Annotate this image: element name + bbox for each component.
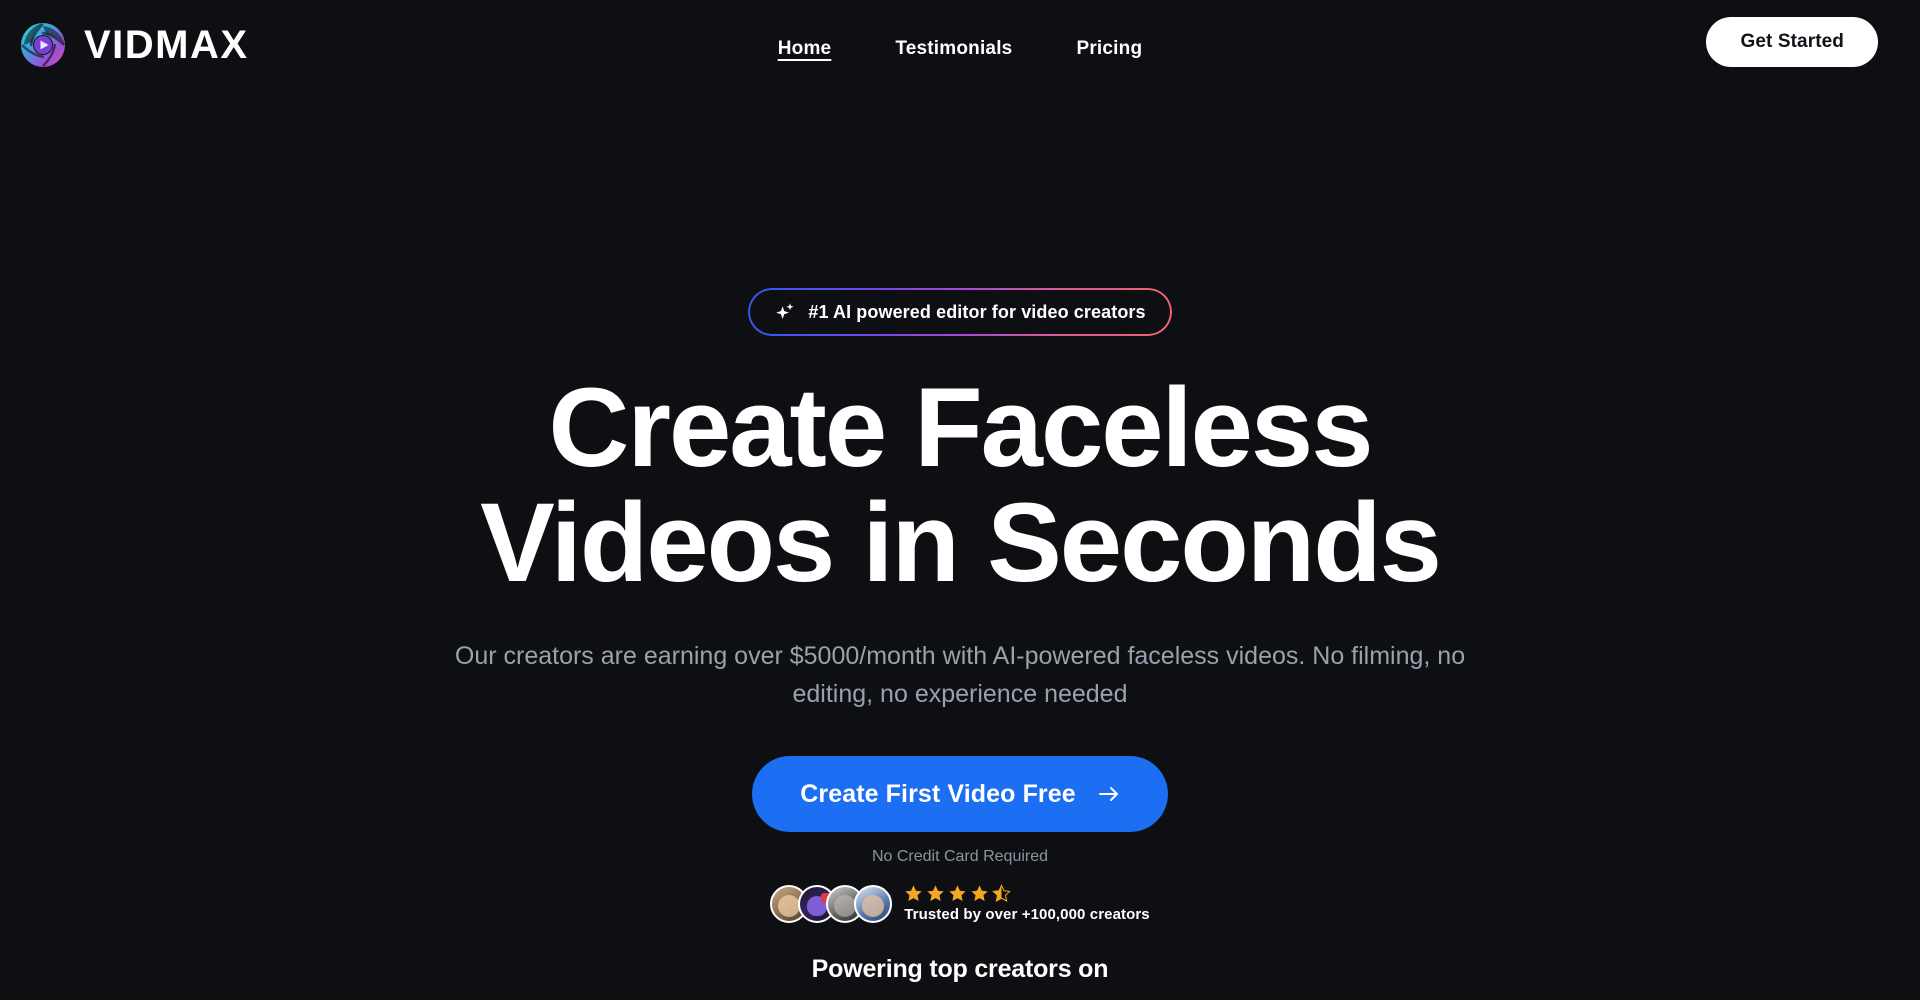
star-half-icon — [992, 884, 1012, 903]
star-icon — [970, 884, 989, 903]
headline-line-1: Create Faceless — [548, 365, 1373, 490]
cta-label: Create First Video Free — [800, 779, 1076, 808]
main-nav: Home Testimonials Pricing — [0, 0, 1920, 100]
landing-page: VIDMAX Home Testimonials Pricing Get Sta… — [0, 0, 1920, 1000]
cta-wrapper: Create First Video Free — [0, 756, 1920, 833]
star-icon — [948, 884, 967, 903]
headline-line-2: Videos in Seconds — [480, 480, 1442, 606]
sparkle-icon — [774, 301, 796, 323]
no-credit-card-note: No Credit Card Required — [871, 848, 1049, 866]
hero-subtitle: Our creators are earning over $5000/mont… — [454, 641, 1466, 709]
hero-badge-text: #1 AI powered editor for video creators — [808, 301, 1146, 322]
social-proof: Trusted by over +100,000 creators — [0, 884, 1920, 923]
page-title: Create Faceless Videos in Seconds — [0, 370, 1920, 601]
star-rating — [904, 884, 1012, 903]
nav-item-testimonials[interactable]: Testimonials — [895, 38, 1012, 62]
rating-block: Trusted by over +100,000 creators — [904, 884, 1150, 923]
hero-badge[interactable]: #1 AI powered editor for video creators — [748, 288, 1172, 336]
avatar-group — [770, 884, 893, 923]
logos-heading: Powering top creators on — [811, 955, 1109, 984]
get-started-button[interactable]: Get Started — [1706, 17, 1878, 67]
avatar — [854, 884, 893, 923]
star-icon — [904, 884, 923, 903]
arrow-right-icon — [1098, 783, 1120, 805]
nav-item-pricing[interactable]: Pricing — [1076, 38, 1142, 62]
create-first-video-button[interactable]: Create First Video Free — [752, 756, 1168, 833]
site-header: VIDMAX Home Testimonials Pricing Get Sta… — [0, 0, 1920, 100]
nav-item-home[interactable]: Home — [778, 38, 832, 62]
badge-wrapper: #1 AI powered editor for video creators — [0, 288, 1920, 336]
star-icon — [926, 884, 945, 903]
trusted-text: Trusted by over +100,000 creators — [904, 906, 1150, 924]
hero-section: #1 AI powered editor for video creators … — [0, 100, 1920, 984]
